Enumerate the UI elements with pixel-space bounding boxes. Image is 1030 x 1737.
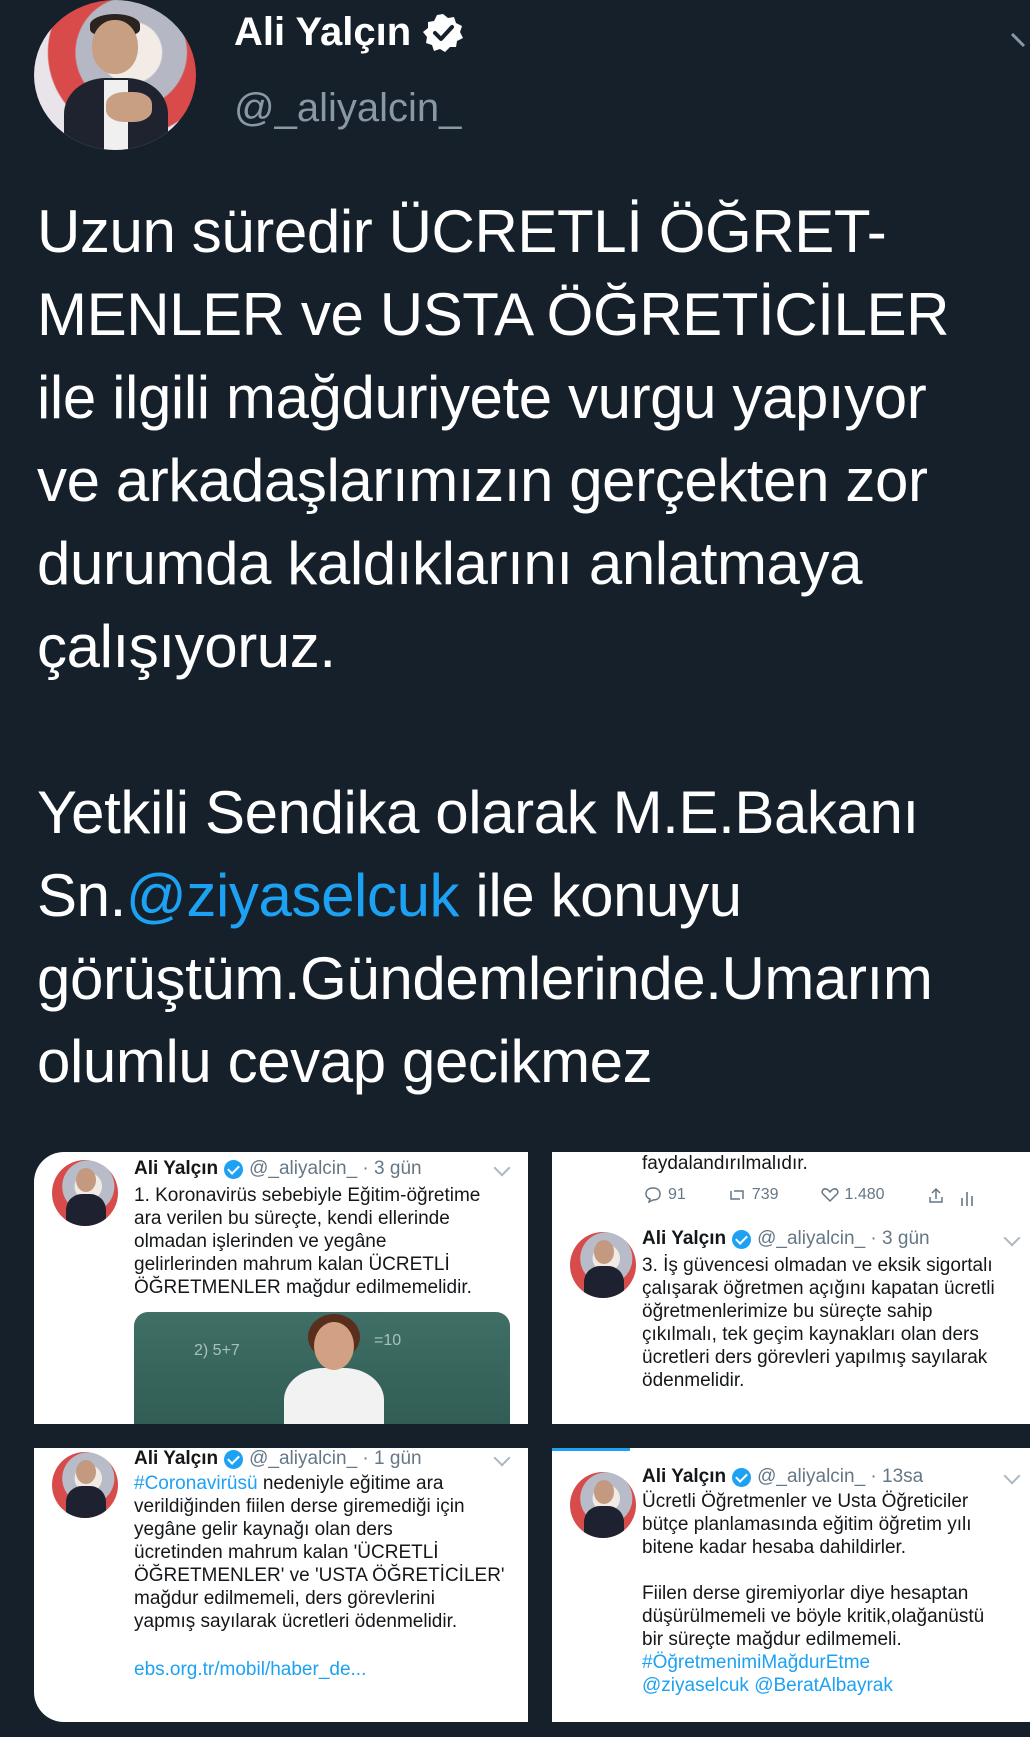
- embedded-image-1[interactable]: Ali Yalçın @_aliyalcin_ · 3 gün 1. Koron…: [34, 1152, 528, 1424]
- mini-verified-icon: [732, 1467, 752, 1487]
- tweet-line: çalışıyoruz.: [37, 613, 336, 680]
- mini-tweet-header: Ali Yalçın @_aliyalcin_ · 13sa: [642, 1466, 923, 1488]
- share-icon: [927, 1187, 945, 1203]
- hashtag-link: #ÖğretmenimiMağdurEtme: [642, 1652, 871, 1673]
- blackboard-math-text: =10: [374, 1332, 402, 1349]
- mini-tweet-text: faydalandırılmalıdır.: [642, 1153, 808, 1174]
- tweet-text: Uzun süredir ÜCRETLİ ÖĞRET- MENLER ve US…: [37, 190, 1027, 1103]
- mini-avatar: [570, 1472, 636, 1538]
- hashtag-link: #Coronavirüsü: [134, 1473, 258, 1494]
- mini-author-name: Ali Yalçın: [134, 1158, 219, 1179]
- blackboard-math-text: 2) 5+7: [194, 1342, 240, 1359]
- classroom-photo: 2) 5+7 =10: [134, 1312, 510, 1424]
- mini-link: ebs.org.tr/mobil/haber_de...: [134, 1659, 367, 1680]
- heart-icon: [820, 1188, 839, 1203]
- tweet-line: Uzun süredir ÜCRETLİ ÖĞRET-: [37, 198, 887, 265]
- mini-author-meta: @_aliyalcin_ · 3 gün: [249, 1158, 422, 1179]
- mini-chevron-icon: [1003, 1229, 1021, 1247]
- mini-avatar: [52, 1160, 118, 1226]
- mini-author-name: Ali Yalçın: [642, 1466, 727, 1487]
- embedded-image-3[interactable]: Ali Yalçın @_aliyalcin_ · 1 gün #Coronav…: [34, 1448, 528, 1722]
- mini-chevron-icon: [1003, 1467, 1021, 1485]
- like-count: 1.480: [820, 1186, 885, 1204]
- tweet-actions: 91 739 1.480: [644, 1186, 945, 1204]
- mini-author-meta: @_aliyalcin_ · 3 gün: [757, 1228, 930, 1249]
- mini-tweet-first-line: #Coronavirüsü nedeniyle eğitime ara: [134, 1473, 444, 1494]
- verified-badge-icon: [423, 13, 464, 53]
- mini-tweet-text: Fiilen derse giremiyorlar diye hesaptan …: [642, 1583, 985, 1650]
- mini-tweet-text: 3. İş güvencesi olmadan ve eksik sigorta…: [642, 1255, 995, 1391]
- tweet-line: olumlu cevap gecikmez: [37, 1028, 653, 1095]
- tweet-line: MENLER ve USTA ÖĞRETİCİLER: [37, 281, 950, 348]
- thread-line: [552, 1448, 630, 1451]
- tweet-line: ve arkadaşlarımızın gerçekten zor: [37, 447, 928, 514]
- mini-verified-icon: [732, 1229, 752, 1249]
- reply-icon: [645, 1187, 661, 1203]
- retweet-icon: [730, 1190, 744, 1200]
- mini-chevron-icon: [493, 1159, 511, 1177]
- tweet-line-suffix: ile konuyu: [459, 862, 742, 929]
- mini-author-name: Ali Yalçın: [134, 1448, 219, 1469]
- mini-avatar: [570, 1232, 636, 1298]
- mini-tweet-header: Ali Yalçın @_aliyalcin_ · 3 gün: [134, 1158, 422, 1180]
- mention-links: @ziyaselcuk @BeratAlbayrak: [642, 1675, 893, 1696]
- tweet-line-prefix: Sn.: [37, 862, 126, 929]
- embedded-image-2[interactable]: faydalandırılmalıdır. 91 739 1.480 Ali Y…: [552, 1152, 1030, 1424]
- mini-author-name: Ali Yalçın: [642, 1228, 727, 1249]
- mini-tweet-header: Ali Yalçın @_aliyalcin_ · 3 gün: [642, 1228, 930, 1250]
- tweet-line: durumda kaldıklarını anlatmaya: [37, 530, 863, 597]
- mini-tweet-header: Ali Yalçın @_aliyalcin_ · 1 gün: [134, 1448, 422, 1470]
- author-name-text[interactable]: Ali Yalçın: [234, 10, 411, 55]
- author-name[interactable]: Ali Yalçın: [234, 10, 464, 55]
- tweet-line: Yetkili Sendika olarak M.E.Bakanı: [37, 779, 919, 846]
- retweet-count: 739: [728, 1186, 779, 1204]
- mini-tweet-text: Ücretli Öğretmenler ve Usta Öğreticiler …: [642, 1491, 972, 1558]
- author-handle[interactable]: @_aliyalcin_: [234, 86, 461, 131]
- tweet-image-grid[interactable]: Ali Yalçın @_aliyalcin_ · 3 gün 1. Koron…: [34, 1152, 1030, 1722]
- mini-author-meta: @_aliyalcin_ · 1 gün: [249, 1448, 422, 1469]
- profile-avatar[interactable]: [34, 0, 196, 150]
- tweet-line: görüştüm.Gündemlerinde.Umarım: [37, 945, 933, 1012]
- mention-link[interactable]: @ziyaselcuk: [126, 862, 460, 929]
- analytics-icon: [960, 1188, 974, 1211]
- embedded-image-4[interactable]: Ali Yalçın @_aliyalcin_ · 13sa Ücretli Ö…: [552, 1448, 1030, 1722]
- mini-author-meta: @_aliyalcin_ · 13sa: [757, 1466, 924, 1487]
- more-options-chevron-icon[interactable]: [1010, 20, 1030, 60]
- mini-verified-icon: [224, 1449, 244, 1469]
- mini-tweet-text: verildiğinden fiilen derse giremediği iç…: [134, 1496, 505, 1632]
- mini-tweet-text: 1. Koronavirüs sebebiyle Eğitim-öğretime…: [134, 1185, 481, 1298]
- mini-avatar: [52, 1452, 118, 1518]
- tweet-line: ile ilgili mağduriyete vurgu yapıyor: [37, 364, 927, 431]
- mini-verified-icon: [224, 1159, 244, 1179]
- mini-chevron-icon: [493, 1449, 511, 1467]
- reply-count: 91: [644, 1186, 686, 1204]
